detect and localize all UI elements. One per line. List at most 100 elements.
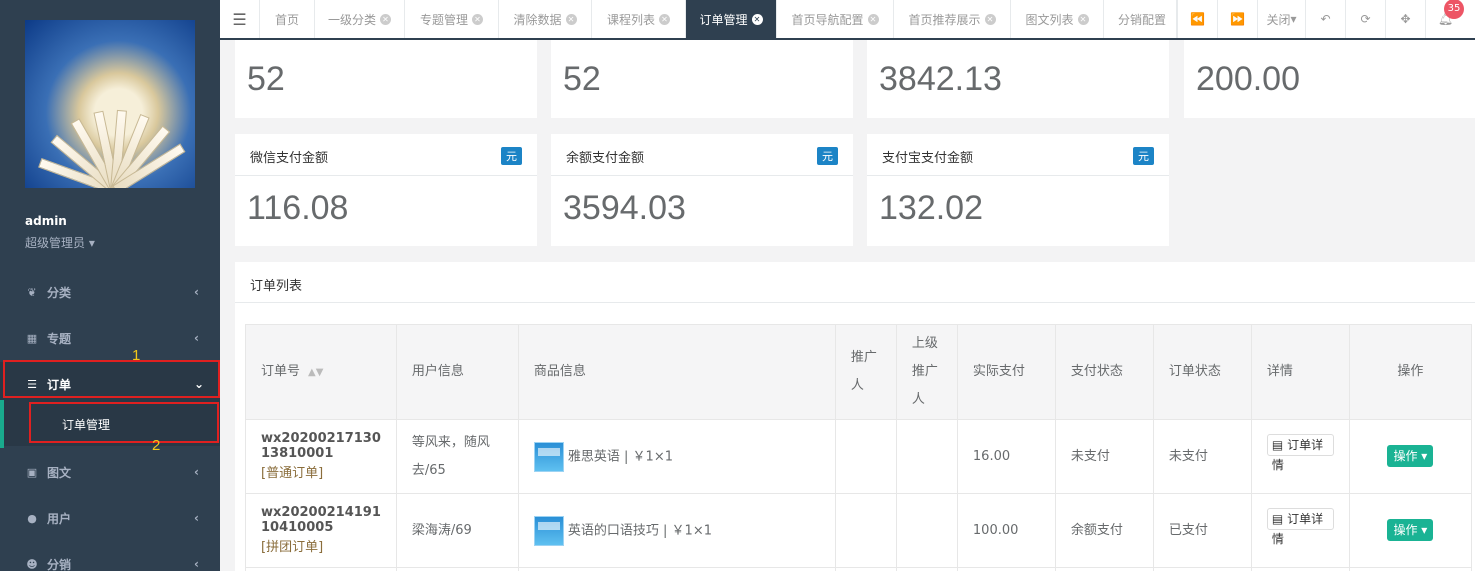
stat-card: 3842.13	[867, 40, 1169, 118]
tab-bar: ☰ 首页 一级分类 ✕ 专题管理 ✕ 清除数据 ✕ 课程列表 ✕ 订单管理 ✕ 首页导航配…	[220, 0, 1475, 40]
order-status: 未支付	[1152, 419, 1252, 494]
scroll-left-icon[interactable]: ⏪	[1177, 0, 1217, 38]
sidebar-item-topic[interactable]: ▦ 专题 ‹	[0, 316, 220, 360]
stat-card: 52	[551, 40, 853, 118]
stat-card-balance: 余额支付金额 元 3594.03	[551, 134, 853, 246]
sort-icon[interactable]: ▲▼	[308, 367, 323, 378]
close-icon[interactable]: ✕	[380, 13, 391, 25]
product-info: 英语的口语技巧 | ￥1×1	[517, 493, 836, 568]
sidebar-item-article[interactable]: ▣ 图文 ‹	[0, 450, 220, 494]
fullscreen-icon[interactable]: ✥	[1385, 0, 1425, 38]
tab-topic-manage[interactable]: 专题管理 ✕	[405, 0, 499, 38]
order-type: [普通订单]	[261, 465, 324, 481]
table-row: wx20200214191 10410005 [拼团订单] 梁海涛/69 英语的口语…	[245, 493, 1472, 568]
stat-value: 200.00	[1196, 60, 1300, 98]
chevron-left-icon: ‹	[194, 285, 199, 299]
sidebar-item-distribution[interactable]: ☻ 分销 ‹	[0, 542, 220, 571]
stat-value: 52	[247, 60, 285, 98]
col-upper-promoter: 上级推广人	[895, 324, 958, 420]
tab-clear-data[interactable]: 清除数据 ✕	[499, 0, 592, 38]
sidebar: admin 超级管理员 ▾ ❦ 分类 ‹ ▦ 专题 ‹ ☰ 订单 ⌄ 订单管理 …	[0, 0, 220, 571]
order-table: 订单号 ▲▼ 用户信息 商品信息 推广人 上级推广人 实际支付 支付状态 订单状态…	[245, 324, 1472, 571]
user-info: 梁海涛/69	[395, 493, 519, 568]
tab-article-list[interactable]: 图文列表 ✕	[1011, 0, 1104, 38]
file-icon: ▤	[1271, 437, 1284, 452]
order-type: [拼团订单]	[261, 539, 324, 555]
stat-title: 支付宝支付金额	[882, 151, 974, 166]
user-icon: ●	[27, 511, 37, 525]
pay-status: 余额支付	[1054, 493, 1154, 568]
unit-badge: 元	[501, 147, 522, 165]
product-thumbnail	[533, 441, 564, 472]
stat-card-wechat: 微信支付金额 元 116.08	[235, 134, 537, 246]
leaf-icon: ❦	[27, 285, 37, 299]
upper-promoter	[895, 493, 958, 568]
tab-course-list[interactable]: 课程列表 ✕	[592, 0, 686, 38]
users-icon: ☻	[26, 557, 38, 571]
close-icon[interactable]: ✕	[565, 13, 577, 25]
notification-badge: 35	[1444, 0, 1464, 19]
promoter	[834, 493, 897, 568]
menu-toggle-icon[interactable]: ☰	[220, 0, 260, 38]
sidebar-item-user[interactable]: ● 用户 ‹	[0, 496, 220, 540]
sidebar-item-category[interactable]: ❦ 分类 ‹	[0, 270, 220, 314]
col-detail: 详情	[1250, 324, 1350, 420]
upper-promoter	[895, 419, 958, 494]
promoter	[834, 419, 897, 494]
paid-amount: 100.00	[956, 493, 1056, 568]
close-icon[interactable]: ✕	[984, 13, 996, 25]
col-paid: 实际支付	[956, 324, 1056, 420]
order-status: 已支付	[1152, 493, 1252, 568]
product-info: 雅思英语 | ￥1×1	[517, 419, 836, 494]
col-order-no[interactable]: 订单号 ▲▼	[245, 324, 397, 420]
order-number: wx20200217130 13810001	[261, 430, 381, 461]
tab-home-recommend[interactable]: 首页推荐展示 ✕	[894, 0, 1011, 38]
panel-title: 订单列表	[250, 279, 303, 294]
close-icon[interactable]: ✕	[751, 13, 763, 25]
tab-home[interactable]: 首页	[260, 0, 315, 38]
order-detail-button[interactable]: ▤ 订单详情	[1266, 507, 1334, 546]
chevron-left-icon: ‹	[194, 557, 199, 571]
annotation-1: 1	[132, 347, 141, 364]
col-actions: 操作	[1348, 324, 1472, 420]
file-icon: ▤	[1271, 511, 1284, 526]
grid-icon: ▦	[26, 331, 38, 345]
tab-order-manage[interactable]: 订单管理 ✕	[686, 0, 777, 38]
annotation-2: 2	[152, 437, 161, 454]
table-header-row: 订单号 ▲▼ 用户信息 商品信息 推广人 上级推广人 实际支付 支付状态 订单状态…	[245, 324, 1472, 420]
close-icon[interactable]: ✕	[1077, 13, 1089, 25]
user-name: admin	[25, 214, 67, 228]
close-icon[interactable]: ✕	[659, 13, 670, 25]
refresh-icon[interactable]: ⟳	[1345, 0, 1385, 38]
avatar	[25, 20, 195, 188]
order-detail-button[interactable]: ▤ 订单详情	[1266, 433, 1334, 472]
user-info: 等风来，随风去/65	[395, 419, 519, 494]
action-dropdown-button[interactable]: 操作 ▾	[1387, 444, 1434, 467]
close-dropdown[interactable]: 关闭 ▾	[1257, 0, 1305, 38]
stat-title: 余额支付金额	[566, 151, 645, 166]
tab-distribution-config[interactable]: 分销配置	[1104, 0, 1177, 38]
table-row	[245, 567, 1472, 571]
action-dropdown-button[interactable]: 操作 ▾	[1387, 518, 1434, 541]
close-icon[interactable]: ✕	[867, 13, 879, 25]
user-role-dropdown[interactable]: 超级管理员 ▾	[25, 234, 95, 251]
stat-value: 3842.13	[879, 60, 1002, 98]
image-icon: ▣	[26, 465, 38, 479]
stat-value: 132.02	[879, 189, 983, 227]
order-list-panel: 订单列表 订单号 ▲▼ 用户信息 商品信息 推广人 上级推广人 实际支付 支付状态…	[235, 262, 1475, 571]
paid-amount: 16.00	[956, 419, 1056, 494]
stat-card-alipay: 支付宝支付金额 元 132.02	[867, 134, 1169, 246]
stat-value: 3594.03	[563, 189, 686, 227]
close-icon[interactable]: ✕	[472, 13, 483, 25]
active-indicator	[0, 400, 4, 448]
col-pay-status: 支付状态	[1054, 324, 1154, 420]
stat-value: 52	[563, 60, 601, 98]
product-thumbnail	[533, 515, 564, 546]
highlight-box-1	[3, 360, 220, 398]
tab-category[interactable]: 一级分类 ✕	[315, 0, 405, 38]
scroll-right-icon[interactable]: ⏩	[1217, 0, 1257, 38]
order-number: wx20200214191 10410005	[261, 504, 381, 535]
tab-home-nav-config[interactable]: 首页导航配置 ✕	[777, 0, 894, 38]
back-icon[interactable]: ↶	[1305, 0, 1345, 38]
chevron-left-icon: ‹	[194, 331, 199, 345]
